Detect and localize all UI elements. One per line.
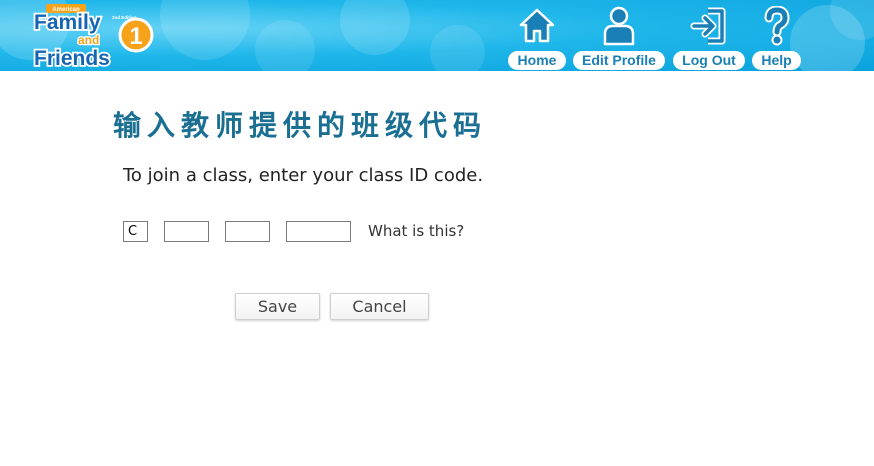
join-class-instruction: To join a class, enter your class ID cod… bbox=[123, 165, 484, 186]
nav-log-out-button[interactable]: Log Out bbox=[673, 3, 745, 70]
logo-level-number: 1 bbox=[129, 23, 142, 50]
header-bubble bbox=[340, 0, 410, 55]
class-code-field-4[interactable] bbox=[286, 221, 351, 242]
user-icon bbox=[573, 3, 665, 49]
header-bubble bbox=[430, 25, 485, 71]
page-title: 输入教师提供的班级代码 bbox=[113, 109, 488, 142]
nav-edit-profile-label: Edit Profile bbox=[573, 51, 665, 70]
logo-line3: Friends bbox=[34, 47, 110, 68]
class-code-field-2[interactable] bbox=[164, 221, 209, 242]
cancel-button[interactable]: Cancel bbox=[330, 293, 429, 320]
nav-home-button[interactable]: Home bbox=[508, 3, 566, 70]
header-bar: American Family and Friends 2nd Edition … bbox=[0, 0, 874, 71]
class-code-field-1[interactable] bbox=[123, 221, 148, 242]
header-bubble bbox=[255, 20, 315, 71]
nav-help-button[interactable]: Help bbox=[752, 3, 801, 70]
nav-edit-profile-button[interactable]: Edit Profile bbox=[573, 3, 665, 70]
nav-help-label: Help bbox=[752, 51, 801, 70]
header-bubble bbox=[160, 0, 250, 60]
logout-icon bbox=[673, 3, 745, 49]
logo-line1: Family bbox=[34, 11, 101, 34]
question-icon bbox=[752, 3, 801, 49]
what-is-this-link[interactable]: What is this? bbox=[368, 221, 464, 241]
class-code-field-3[interactable] bbox=[225, 221, 270, 242]
home-icon bbox=[508, 3, 566, 49]
nav-log-out-label: Log Out bbox=[673, 51, 745, 70]
family-and-friends-logo[interactable]: American Family and Friends 2nd Edition … bbox=[32, 4, 162, 68]
save-button[interactable]: Save bbox=[235, 293, 320, 320]
logo-line2: and bbox=[78, 33, 99, 47]
nav-home-label: Home bbox=[508, 51, 566, 70]
